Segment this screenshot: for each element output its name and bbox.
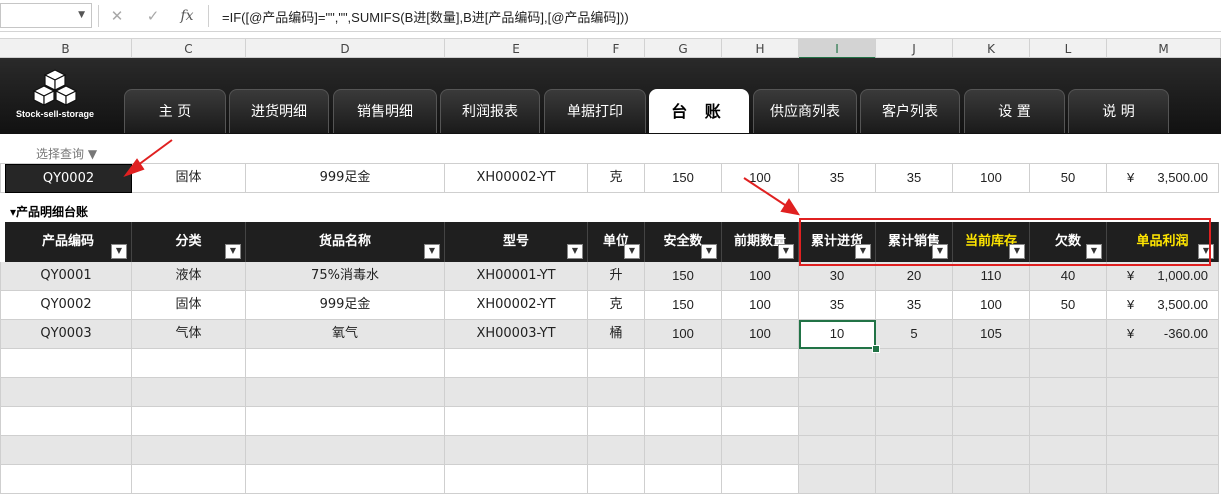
annotation-arrows [123,139,801,216]
arrow-head-icon [780,198,801,216]
